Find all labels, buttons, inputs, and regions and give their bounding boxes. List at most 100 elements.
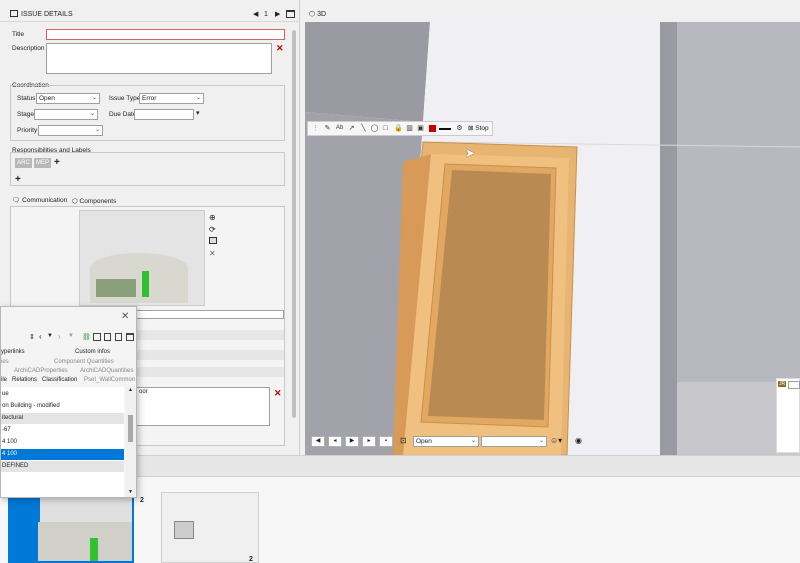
list-row[interactable]: -67 [1,425,124,436]
rectangle-icon[interactable]: □ [380,123,391,134]
stop-icon: ⊠ [468,125,474,132]
delete-icon[interactable] [104,333,111,341]
color-swatch[interactable] [429,125,436,132]
record-button[interactable]: ▪ [379,436,393,447]
play-button[interactable]: ▶ [345,436,359,447]
comment-input[interactable] [136,310,284,319]
settings-icon[interactable]: ⚙ [454,123,465,134]
communication-icon: 🗨 [12,197,21,204]
add-responsibility-icon[interactable]: + [15,174,21,185]
tab-pset-wallcommon[interactable]: Pset_WallCommon [84,377,135,383]
thumbnail-2-model-icon [174,521,194,539]
filter-icon[interactable]: ▼ [68,333,74,339]
priority-select[interactable]: ⌄ [38,125,103,136]
next-issue-icon[interactable]: ▶ [275,10,280,18]
line-icon[interactable]: ╲ [358,123,369,134]
thumbnail-1[interactable] [8,494,134,563]
grip-icon[interactable]: ⋮ [310,123,321,134]
tag-mep[interactable]: MEP [34,158,51,168]
pen-icon[interactable]: ✎ [322,123,333,134]
zoom-snapshot-icon[interactable]: ⊕ [209,213,216,222]
calendar-dropdown-icon[interactable]: ▾ [196,109,200,117]
title-label: Title [12,31,25,38]
due-date-input[interactable] [134,109,194,120]
snapshot-windows [96,279,136,297]
chevron-down-icon: ⌄ [94,127,100,133]
tab-component-quantities[interactable]: Component Quantities [54,359,114,365]
image-icon[interactable] [209,237,217,244]
list-stripe-3 [136,367,284,377]
tab-custom-infos[interactable]: Custom infos [75,349,110,355]
list-row[interactable]: DEFINED [1,461,124,472]
tab-archicad-quantities[interactable]: ArchiCADQuantities [80,368,133,374]
thumbnail-2[interactable] [161,492,259,563]
viewport-status-select[interactable]: Open ⌄ [413,436,479,447]
picture-icon[interactable]: ▣ [415,123,426,134]
camera-icon[interactable]: ⊡ [400,436,407,445]
scene-svg [305,22,800,455]
first-view-button[interactable]: ◀ [311,436,325,447]
window-icon[interactable] [126,333,134,341]
nav-forward-icon[interactable]: › [58,332,61,341]
tab-communication[interactable]: 🗨 Communication [12,196,67,206]
stage-select[interactable]: ⌄ [34,109,98,120]
description-input[interactable] [46,43,272,74]
tab-classification[interactable]: Classification [42,377,77,383]
lock-icon[interactable]: 🔒 [393,123,404,134]
next-view-button[interactable]: ▸ [362,436,376,447]
add-tag-icon[interactable]: + [54,157,60,168]
sort-icon[interactable]: ⇕ [29,333,35,341]
panel-scrollbar[interactable] [292,30,296,418]
issue-type-select[interactable]: Error ⌄ [139,93,204,104]
viewport-tab[interactable]: ⬡ 3D [309,10,326,18]
viewport-3d[interactable]: ➤ [305,22,800,455]
text-tool-icon[interactable]: Ab [334,123,345,134]
responsibilities-group [10,152,285,186]
list-row-selected[interactable]: 4 100 [1,449,124,460]
title-input[interactable] [46,29,285,40]
list-row[interactable]: on Building - modified [1,401,124,412]
tab-hyperlinks[interactable]: yperlinks [1,349,25,355]
link-icon[interactable]: ⛓ [82,333,91,341]
prev-issue-icon[interactable]: ◀ [253,10,258,18]
snapshot-thumbnail[interactable] [79,210,205,306]
person-icon[interactable]: ☺▾ [550,436,562,445]
list-row[interactable]: 4 100 [1,437,124,448]
tab-file[interactable]: ile [1,377,7,383]
comment-box[interactable]: oor [136,387,270,426]
chevron-down-icon: ⌄ [195,95,201,101]
tab-archicad-properties[interactable]: ArchiCADProperties [14,368,68,374]
markup-toolbar: ⋮ ✎ Ab ↗ ╲ ◯ □ 🔒 ▥ ▣ ⚙ ⊠ Stop [307,121,493,136]
tab-properties[interactable]: ies [1,359,9,365]
status-select[interactable]: Open ⌄ [36,93,100,104]
side-widget-input[interactable] [788,381,800,389]
tag-arc[interactable]: ARC [15,158,32,168]
close-window-icon[interactable]: ✕ [121,311,129,322]
jr-badge: JR [778,381,787,387]
layout-icon[interactable]: ▥ [404,123,415,134]
scroll-up-icon[interactable]: ▲ [128,387,133,393]
clear-description-icon[interactable]: ✕ [276,43,284,54]
scroll-thumb[interactable] [128,415,133,442]
maximize-icon[interactable] [286,10,295,18]
eye-icon[interactable]: ◉ [575,436,582,445]
clipboard-icon[interactable] [115,333,122,341]
list-row[interactable]: ue [1,389,124,400]
delete-comment-icon[interactable]: ✕ [274,388,282,399]
line-width-icon[interactable] [439,128,451,130]
tab-relations[interactable]: Relations [12,377,37,383]
prev-view-button[interactable]: ◂ [328,436,342,447]
viewport-type-select[interactable]: ⌄ [481,436,547,447]
refresh-snapshot-icon[interactable]: ⟳ [209,225,216,234]
properties-scrollbar[interactable]: ▲ ▼ [126,387,136,497]
viewport-tab-label: 3D [317,11,327,18]
ellipse-icon[interactable]: ◯ [369,123,380,134]
scroll-down-icon[interactable]: ▼ [128,489,133,495]
delete-snapshot-icon[interactable]: ✕ [209,249,216,258]
calendar-icon[interactable] [93,333,101,341]
list-row[interactable]: itectural [1,413,124,424]
dropdown-icon[interactable]: ▼ [47,333,53,339]
arrow-icon[interactable]: ↗ [346,123,357,134]
nav-back-icon[interactable]: ‹ [39,332,42,341]
stop-button[interactable]: ⊠ Stop [468,124,489,132]
